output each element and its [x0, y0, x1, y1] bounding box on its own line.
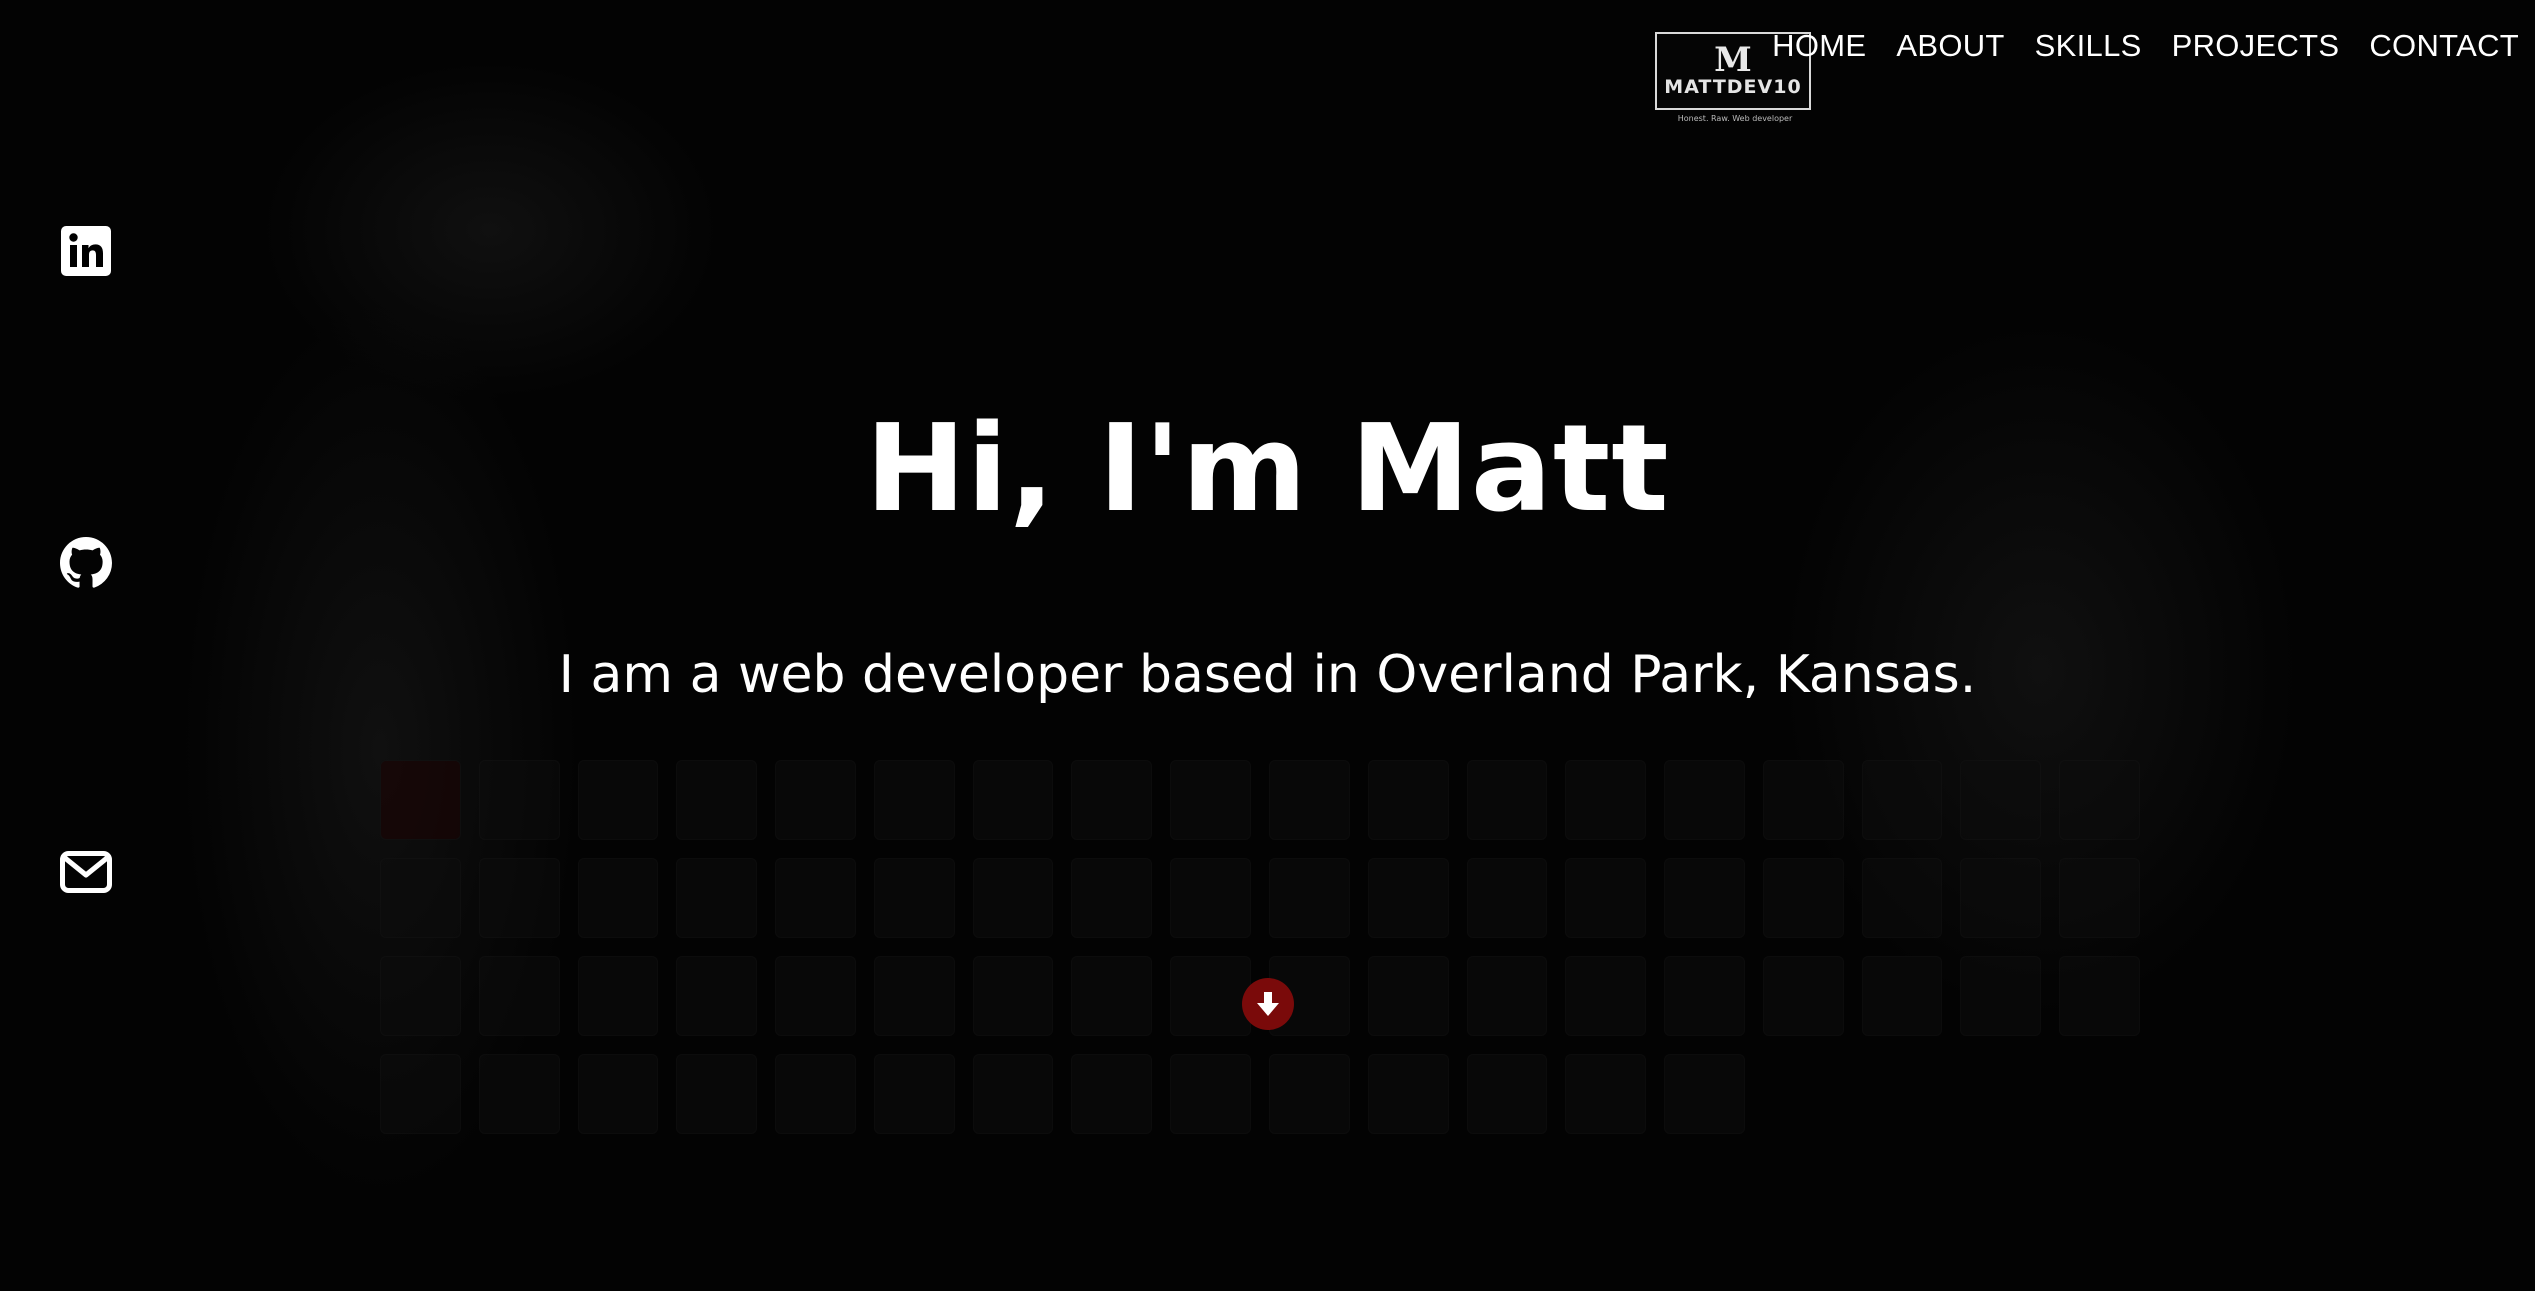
- nav-contact[interactable]: CONTACT: [2369, 28, 2519, 64]
- main-nav: HOME ABOUT SKILLS PROJECTS CONTACT: [1772, 28, 2519, 64]
- nav-about[interactable]: ABOUT: [1896, 28, 2004, 64]
- nav-skills[interactable]: SKILLS: [2035, 28, 2142, 64]
- nav-home[interactable]: HOME: [1772, 28, 1866, 64]
- logo-name: MATTDEV10: [1664, 76, 1802, 98]
- hero-section: M MATTDEV10 Honest. Raw. Web developer H…: [0, 0, 2535, 1291]
- keyboard-backdrop: [380, 760, 2140, 1180]
- logo-tagline: Honest. Raw. Web developer: [1677, 114, 1793, 123]
- hero-title: Hi, I'm Matt: [865, 400, 1670, 539]
- linkedin-link[interactable]: [60, 225, 112, 277]
- linkedin-icon: [61, 226, 111, 276]
- logo-mark: M: [1714, 40, 1752, 80]
- mail-icon: [60, 851, 112, 893]
- scroll-down-button[interactable]: [1242, 978, 1294, 1030]
- hero-subtitle: I am a web developer based in Overland P…: [558, 645, 1977, 705]
- nav-projects[interactable]: PROJECTS: [2172, 28, 2340, 64]
- arrow-down-icon: [1257, 992, 1279, 1016]
- email-link[interactable]: [60, 846, 112, 898]
